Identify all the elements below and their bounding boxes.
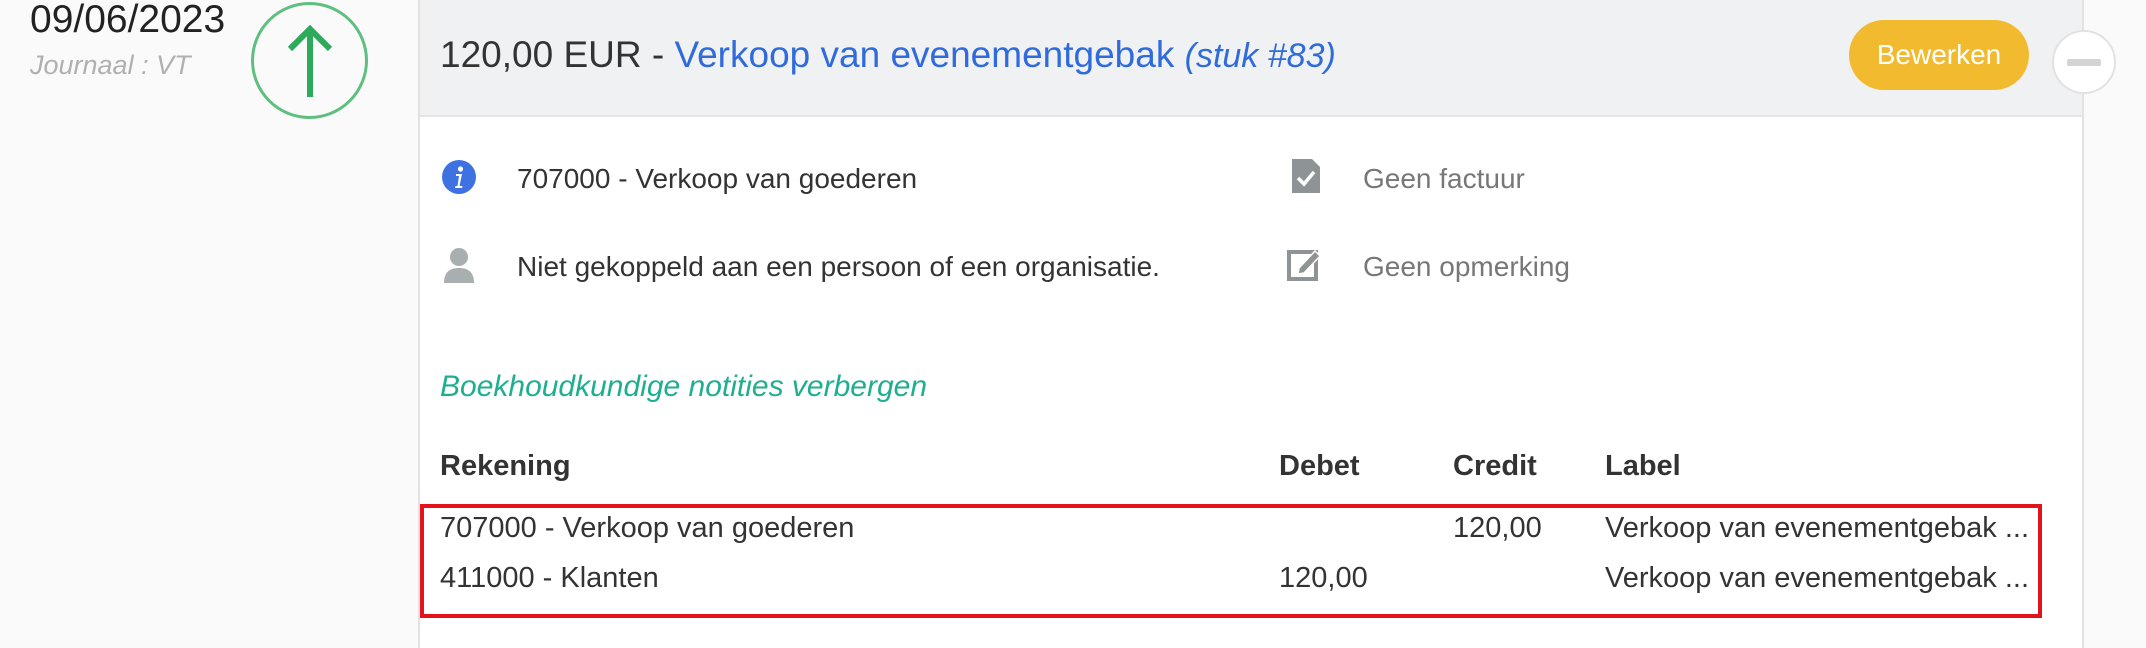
edit-button[interactable]: Bewerken xyxy=(1849,20,2029,90)
column-header-credit: Credit xyxy=(1453,450,1537,482)
edit-note-icon xyxy=(1287,249,1322,281)
entry-description-link[interactable]: Verkoop van evenementgebak xyxy=(674,34,1174,75)
column-header-account: Rekening xyxy=(440,450,571,482)
remark-info: Geen opmerking xyxy=(1363,251,1571,282)
info-icon xyxy=(442,160,476,194)
minus-icon xyxy=(2067,58,2101,66)
entry-piece-link[interactable]: (stuk #83) xyxy=(1185,37,1336,75)
entry-amount: 120,00 EUR xyxy=(440,34,642,75)
arrow-up-icon xyxy=(287,24,332,97)
entry-date: 09/06/2023 xyxy=(30,0,226,41)
highlight-box xyxy=(420,504,2042,618)
toggle-notes-link[interactable]: Boekhoudkundige notities verbergen xyxy=(440,370,927,404)
journal-label: Journaal : VT xyxy=(30,50,191,80)
account-info: 707000 - Verkoop van goederen xyxy=(517,163,918,194)
entry-title: 120,00 EUR - Verkoop van evenementgebak … xyxy=(440,34,1336,76)
invoice-info: Geen factuur xyxy=(1363,163,1525,194)
invoice-icon xyxy=(1292,159,1320,193)
title-separator: - xyxy=(641,34,675,75)
column-header-label: Label xyxy=(1605,450,1681,482)
direction-indicator xyxy=(251,2,368,119)
contact-info: Niet gekoppeld aan een persoon of een or… xyxy=(517,251,1160,282)
column-header-debit: Debet xyxy=(1279,450,1360,482)
entry-header: 120,00 EUR - Verkoop van evenementgebak … xyxy=(420,0,2082,117)
collapse-button[interactable] xyxy=(2052,30,2116,94)
person-icon xyxy=(444,248,474,283)
